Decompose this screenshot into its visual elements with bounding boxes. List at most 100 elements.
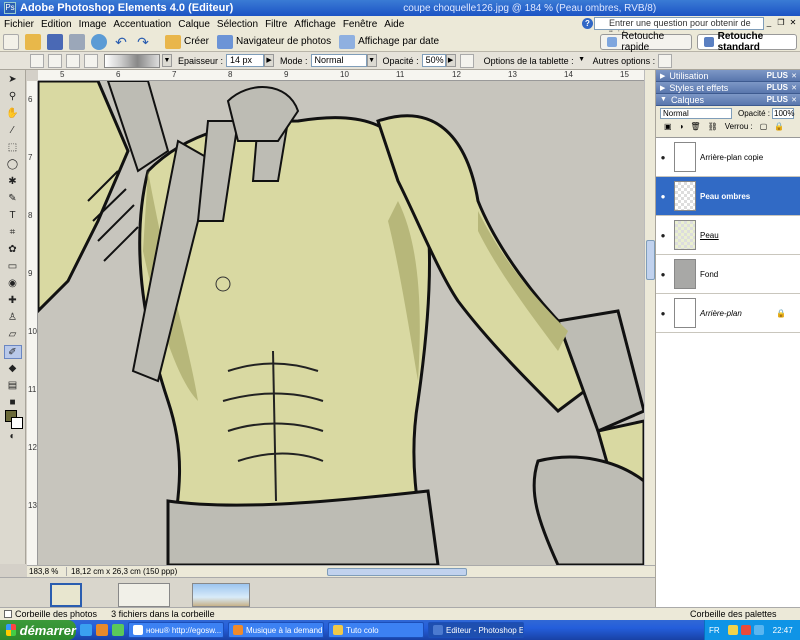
visibility-eye-icon[interactable]: ● [656, 231, 670, 240]
layer-row[interactable]: ● Peau ombres [656, 177, 800, 216]
photo-bin-thumbnail-3[interactable] [192, 583, 250, 607]
menu-selection[interactable]: Sélection [217, 19, 258, 30]
quicklaunch-ie-icon[interactable] [80, 624, 92, 636]
other-options-label[interactable]: Autres options : [593, 56, 656, 66]
photo-bin-toggle[interactable]: Corbeille des photos [4, 609, 97, 619]
taskbar-item[interactable]: нoнu® http://egosw... [128, 622, 224, 638]
move-tool-icon[interactable]: ➤ [4, 73, 22, 87]
thickness-arrow-icon[interactable]: ▶ [264, 54, 275, 67]
sponge-tool-icon[interactable]: ◐ [4, 430, 22, 444]
menu-accentuation[interactable]: Accentuation [113, 19, 171, 30]
photo-bin-thumbnail-1[interactable] [50, 583, 82, 607]
delete-layer-icon[interactable]: 🗑 [690, 122, 700, 131]
print-icon[interactable] [69, 33, 85, 50]
layer-row[interactable]: ● Arrière-plan 🔒 [656, 294, 800, 333]
gradient-tool-icon[interactable]: ▤ [4, 379, 22, 393]
pencil-mode-icon[interactable] [84, 53, 98, 68]
photo-browser-button[interactable]: Navigateur de photos [217, 34, 331, 49]
open-folder-icon[interactable] [25, 33, 41, 50]
panel-close-icon[interactable]: ✕ [791, 72, 797, 80]
minimize-icon[interactable]: _ [764, 18, 774, 28]
cookie-cutter-icon[interactable]: ✿ [4, 243, 22, 257]
menu-image[interactable]: Image [79, 19, 107, 30]
magic-wand-tool-icon[interactable]: ✱ [4, 175, 22, 189]
menu-filtre[interactable]: Filtre [265, 19, 287, 30]
clock[interactable]: 22:47 [773, 626, 793, 635]
horizontal-scroll-thumb[interactable] [327, 568, 467, 576]
brush-tool-icon[interactable]: ✐ [3, 345, 22, 359]
airbrush-toggle-icon[interactable] [459, 53, 474, 68]
hand-tool-icon[interactable]: ✋ [4, 107, 22, 121]
zoom-level[interactable]: 183,8 % [27, 567, 67, 576]
canvas-vertical-scrollbar[interactable] [644, 70, 655, 565]
email-icon[interactable] [91, 33, 107, 50]
healing-brush-icon[interactable]: ✚ [4, 294, 22, 308]
tray-icon[interactable] [740, 625, 751, 635]
standard-edit-button[interactable]: Retouche standard [697, 31, 797, 53]
document-dimensions[interactable]: 18,12 cm x 26,3 cm (150 ppp) [67, 567, 187, 576]
background-color-swatch[interactable] [11, 417, 23, 429]
create-button[interactable]: Créer [165, 34, 209, 49]
lasso-tool-icon[interactable]: ◯ [4, 158, 22, 172]
photo-bin-thumbnail-2[interactable] [118, 583, 170, 607]
visibility-eye-icon[interactable]: ● [656, 153, 670, 162]
menu-edition[interactable]: Edition [41, 19, 72, 30]
opacity-field[interactable]: 50% [421, 54, 446, 67]
quicklaunch-media-icon[interactable] [96, 624, 108, 636]
blend-mode-select[interactable]: Normal [660, 107, 732, 119]
lock-transparency-icon[interactable]: ▢ [760, 122, 768, 131]
tablet-options-label[interactable]: Options de la tablette : [484, 56, 574, 66]
quick-fix-button[interactable]: Retouche rapide [600, 31, 692, 53]
menu-aide[interactable]: Aide [384, 19, 404, 30]
tablet-dropdown-icon[interactable]: ▼ [577, 54, 587, 67]
close-icon[interactable]: ✕ [788, 18, 798, 28]
thickness-field[interactable]: 14 px [226, 54, 265, 67]
brush-stroke-preview[interactable] [104, 53, 160, 68]
lock-all-icon[interactable]: 🔒 [774, 122, 784, 131]
panel-styles-header[interactable]: ▶ Styles et effets PLUS ✕ [656, 82, 800, 94]
taskbar-item-active[interactable]: Editeur - Photoshop E... [428, 622, 524, 638]
palette-bin-toggle[interactable]: Corbeille des palettes [690, 609, 777, 619]
eraser-tool-icon[interactable]: ▱ [4, 328, 22, 342]
image-canvas[interactable] [38, 81, 644, 565]
type-tool-icon[interactable]: T [4, 209, 22, 223]
brush-more-icon[interactable] [658, 53, 673, 68]
eyedropper-tool-icon[interactable]: ⁄ [4, 124, 22, 138]
panel-styles-more[interactable]: PLUS [767, 83, 788, 92]
selection-brush-icon[interactable]: ✎ [4, 192, 22, 206]
brush-dropdown-icon[interactable]: ▼ [162, 54, 172, 67]
save-icon[interactable] [47, 33, 63, 50]
adjustment-layer-icon[interactable]: ◑ [679, 122, 684, 131]
language-indicator[interactable]: FR [709, 626, 720, 635]
tray-icon[interactable] [727, 625, 738, 635]
crop-tool-icon[interactable]: ⌗ [4, 226, 22, 240]
zoom-tool-icon[interactable]: ⚲ [4, 90, 22, 104]
visibility-eye-icon[interactable]: ● [656, 192, 670, 201]
date-view-button[interactable]: Affichage par date [339, 34, 439, 49]
panel-calques-more[interactable]: PLUS [767, 95, 788, 104]
layer-row[interactable]: ● Arrière-plan copie [656, 138, 800, 177]
redo-icon[interactable]: ↷ [135, 34, 151, 50]
marquee-tool-icon[interactable]: ⬚ [4, 141, 22, 155]
new-layer-icon[interactable]: ▣ [664, 122, 672, 131]
red-eye-tool-icon[interactable]: ◉ [4, 277, 22, 291]
restore-icon[interactable]: ❐ [776, 18, 786, 28]
mode-select[interactable]: Normal [310, 54, 367, 67]
menu-calque[interactable]: Calque [178, 19, 210, 30]
mode-dropdown-icon[interactable]: ▼ [366, 54, 377, 67]
shape-tool-icon[interactable]: ■ [4, 396, 22, 410]
quicklaunch-desktop-icon[interactable] [112, 624, 124, 636]
opacity-arrow-icon[interactable]: ▶ [445, 54, 456, 67]
tray-icon[interactable] [753, 625, 764, 635]
airbrush-icon[interactable] [48, 53, 62, 68]
menu-fichier[interactable]: Fichier [4, 19, 34, 30]
link-layer-icon[interactable]: ⛓ [708, 122, 718, 131]
brush-preset-icon[interactable] [30, 53, 44, 68]
visibility-eye-icon[interactable]: ● [656, 309, 670, 318]
straighten-tool-icon[interactable]: ▭ [4, 260, 22, 274]
vertical-scroll-thumb[interactable] [646, 240, 655, 280]
taskbar-item[interactable]: Tuto colo [328, 622, 424, 638]
panel-close-icon[interactable]: ✕ [791, 84, 797, 92]
taskbar-item[interactable]: Musique à la demand... [228, 622, 324, 638]
layer-opacity-field[interactable]: 100% [772, 107, 794, 119]
